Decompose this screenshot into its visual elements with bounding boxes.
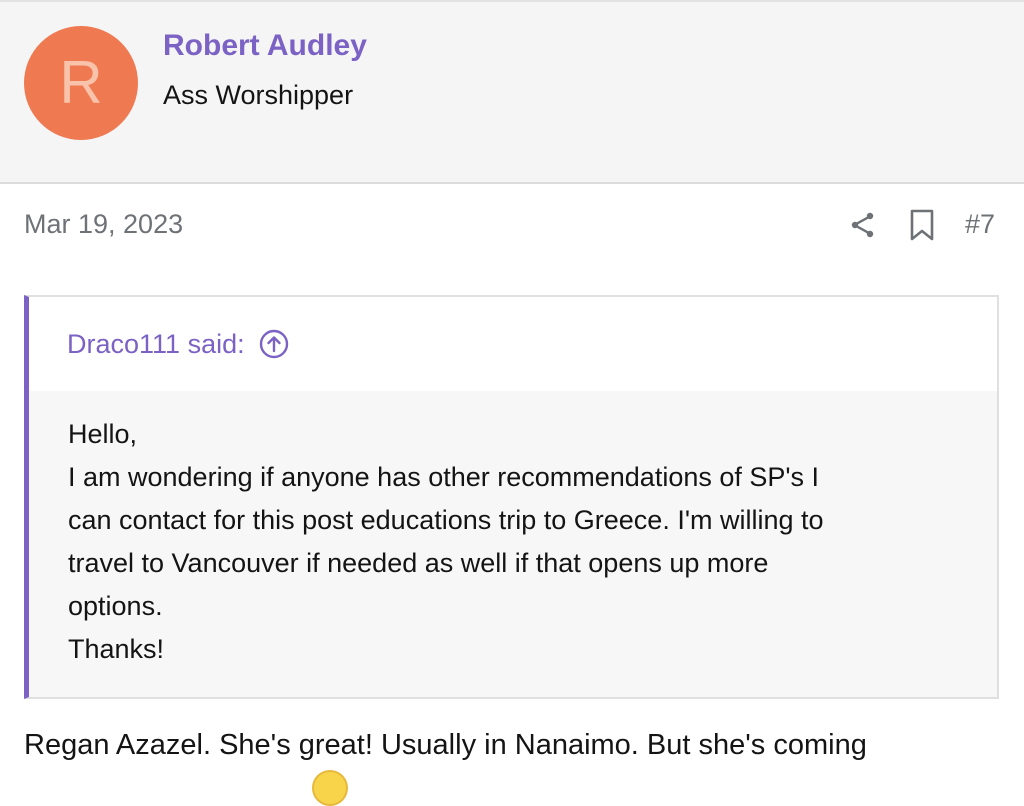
quote-attribution[interactable]: Draco111 said: [29,297,997,391]
post-author-header: R Robert Audley Ass Worshipper [0,2,1024,184]
avatar[interactable]: R [24,26,138,140]
post-number-link[interactable]: #7 [965,209,995,240]
author-name-link[interactable]: Robert Audley [163,29,367,63]
quote-line: Thanks! [68,634,165,664]
quote-content: Hello, I am wondering if anyone has othe… [29,391,997,697]
post-body-text: Regan Azazel. She's great! Usually in Na… [24,729,867,761]
author-title: Ass Worshipper [163,80,354,110]
quote-author[interactable]: Draco111 said: [67,329,245,360]
quote-line: options. [68,591,163,621]
quote-line: can contact for this post educations tri… [68,505,824,535]
arrow-up-circle-icon[interactable] [259,329,289,359]
quote-line: I am wondering if anyone has other recom… [68,462,820,492]
post-date-link[interactable]: Mar 19, 2023 [24,209,183,240]
quote-block: Draco111 said: Hello, I am wondering if … [24,295,999,699]
share-icon[interactable] [849,211,877,239]
quote-line: Hello, [68,419,138,449]
avatar-letter: R [59,49,103,116]
bookmark-icon[interactable] [909,209,935,241]
quote-line: travel to Vancouver if needed as well if… [68,548,769,578]
smiley-emoji-icon [312,770,348,806]
